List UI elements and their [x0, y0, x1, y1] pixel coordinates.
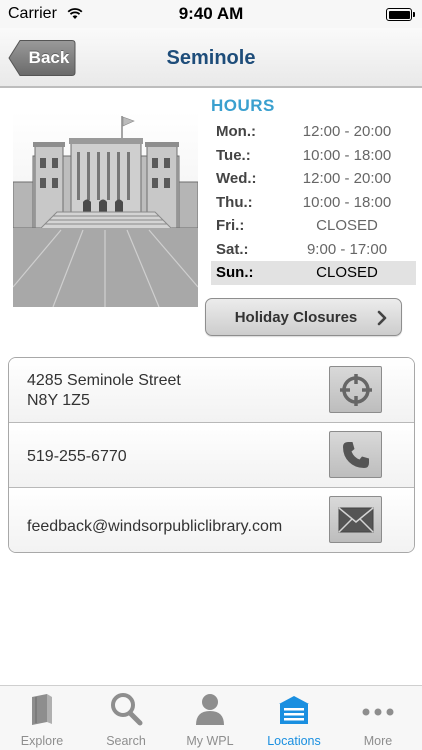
library-building-photo	[13, 112, 198, 307]
tab-label: My WPL	[186, 734, 234, 748]
page-title: Seminole	[166, 47, 256, 69]
phone-icon	[342, 441, 369, 468]
tab-locations[interactable]: Locations	[252, 686, 336, 750]
tab-label: Locations	[267, 734, 321, 748]
email-row: feedback@windsorpubliclibrary.com	[9, 488, 414, 552]
hours-day: Fri.:	[216, 217, 245, 234]
address-row: 4285 Seminole Street N8Y 1Z5	[9, 358, 414, 423]
map-location-button[interactable]	[329, 366, 382, 413]
crosshair-icon	[339, 373, 372, 406]
tab-bar: Explore Search My WPL Locations More	[0, 685, 422, 750]
search-icon	[111, 693, 143, 726]
hours-row-thursday: Thu.: 10:00 - 18:00	[211, 191, 416, 215]
hours-row-sunday-today: Sun.: CLOSED	[211, 261, 416, 285]
hours-row-monday: Mon.: 12:00 - 20:00	[211, 120, 416, 144]
hours-time: 10:00 - 18:00	[302, 146, 392, 164]
phone-row: 519-255-6770	[9, 423, 414, 488]
hours-row-wednesday: Wed.: 12:00 - 20:00	[211, 167, 416, 191]
tab-more[interactable]: More	[336, 686, 420, 750]
book-icon	[32, 694, 52, 725]
battery-icon	[386, 8, 415, 21]
hours-time: 12:00 - 20:00	[302, 170, 392, 187]
tab-my-wpl[interactable]: My WPL	[168, 686, 252, 750]
tab-label: Explore	[20, 734, 64, 748]
call-button[interactable]	[329, 431, 382, 478]
hours-day: Thu.:	[216, 193, 253, 211]
status-time: 9:40 AM	[178, 4, 244, 23]
email-button[interactable]	[329, 496, 382, 543]
tab-search[interactable]: Search	[84, 686, 168, 750]
address-street: 4285 Seminole Street	[27, 372, 181, 389]
tab-label: Search	[106, 734, 146, 748]
hours-day: Sat.:	[216, 240, 249, 258]
email-address: feedback@windsorpubliclibrary.com	[27, 518, 283, 535]
hours-day: Wed.:	[216, 170, 257, 187]
person-icon	[196, 694, 224, 725]
hours-day: Sun.:	[216, 264, 254, 281]
hours-time: 9:00 - 17:00	[306, 240, 388, 258]
hours-table: Mon.: 12:00 - 20:00 Tue.: 10:00 - 18:00 …	[211, 120, 416, 285]
status-bar: Carrier 9:40 AM	[0, 0, 422, 28]
hours-time: CLOSED	[316, 264, 378, 281]
hours-day: Tue.:	[216, 146, 251, 164]
more-dots-icon	[362, 708, 394, 716]
holiday-closures-label: Holiday Closures	[234, 309, 358, 326]
phone-number: 519-255-6770	[27, 448, 127, 465]
library-building-icon	[279, 696, 309, 724]
hours-time: CLOSED	[316, 217, 378, 234]
hours-row-saturday: Sat.: 9:00 - 17:00	[211, 238, 416, 262]
address-postal-code: N8Y 1Z5	[27, 392, 90, 409]
hours-day: Mon.:	[216, 123, 256, 140]
address-text: 4285 Seminole Street N8Y 1Z5	[27, 371, 181, 411]
hours-time: 12:00 - 20:00	[302, 123, 392, 140]
navigation-bar: Back Seminole	[0, 28, 422, 88]
hours-time: 10:00 - 18:00	[302, 193, 392, 211]
holiday-closures-button[interactable]: Holiday Closures	[205, 298, 402, 336]
hours-heading: HOURS	[211, 96, 275, 115]
tab-label: More	[363, 734, 393, 748]
chevron-right-icon	[377, 310, 387, 326]
contact-list: 4285 Seminole Street N8Y 1Z5 519-255-677…	[8, 357, 415, 553]
tab-explore[interactable]: Explore	[0, 686, 84, 750]
hours-row-tuesday: Tue.: 10:00 - 18:00	[211, 144, 416, 168]
envelope-icon	[337, 506, 374, 533]
hours-row-friday: Fri.: CLOSED	[211, 214, 416, 238]
